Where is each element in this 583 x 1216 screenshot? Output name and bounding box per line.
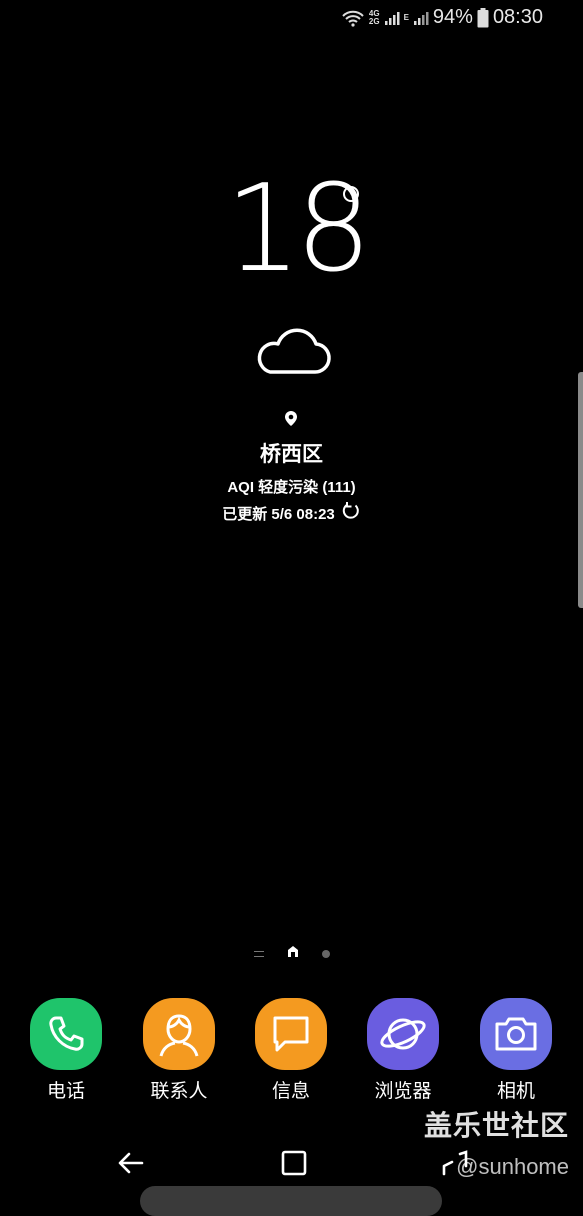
degree-symbol bbox=[343, 186, 359, 202]
dock-label: 浏览器 bbox=[374, 1081, 432, 1102]
edge-panel-handle[interactable] bbox=[578, 372, 583, 608]
battery-percent: 94% bbox=[432, 6, 473, 28]
home-square-icon bbox=[281, 1150, 307, 1176]
battery-icon bbox=[477, 7, 489, 28]
dock-app-phone[interactable]: 电话 bbox=[16, 998, 116, 1103]
page-indicator bbox=[0, 944, 583, 963]
temperature-block: 18 bbox=[0, 170, 583, 290]
dock-label: 电话 bbox=[46, 1081, 85, 1102]
clock: 08:30 bbox=[492, 6, 543, 28]
network-type-label: 4G 2G bbox=[368, 8, 380, 26]
menu-page-icon[interactable] bbox=[253, 950, 264, 957]
signal-icon bbox=[384, 10, 400, 26]
phone-icon[interactable] bbox=[30, 998, 102, 1070]
gesture-pill[interactable] bbox=[140, 1186, 442, 1216]
updated-row: 已更新 5/6 08:23 bbox=[0, 501, 583, 525]
dock-app-messages[interactable]: 信息 bbox=[241, 998, 341, 1103]
back-arrow-icon bbox=[118, 1152, 144, 1174]
wifi-icon bbox=[341, 9, 365, 27]
cloud-icon bbox=[252, 322, 332, 383]
network-type-label-2: E bbox=[403, 12, 409, 22]
navigation-bar bbox=[0, 1140, 583, 1190]
home-button[interactable] bbox=[279, 1148, 309, 1183]
dock-app-browser[interactable]: 浏览器 bbox=[353, 998, 453, 1103]
message-icon[interactable] bbox=[255, 998, 327, 1070]
home-page-icon[interactable] bbox=[286, 944, 300, 963]
dock-app-contacts[interactable]: 联系人 bbox=[129, 998, 229, 1103]
refresh-icon[interactable] bbox=[341, 501, 361, 525]
aqi-label: AQI 轻度污染 (111) bbox=[227, 479, 356, 496]
recents-icon bbox=[442, 1150, 468, 1176]
location-label: 桥西区 bbox=[260, 443, 323, 466]
dock-label: 信息 bbox=[271, 1081, 310, 1102]
camera-icon[interactable] bbox=[480, 998, 552, 1070]
dock-label: 相机 bbox=[496, 1081, 535, 1102]
dock-label: 联系人 bbox=[150, 1081, 208, 1102]
signal-icon-2 bbox=[413, 10, 429, 26]
updated-label: 已更新 5/6 08:23 bbox=[222, 505, 335, 523]
status-icons: 4G 2G E 94% 08:30 bbox=[341, 6, 543, 29]
back-button[interactable] bbox=[116, 1148, 146, 1183]
dock-app-camera[interactable]: 相机 bbox=[466, 998, 566, 1103]
recents-button[interactable] bbox=[440, 1148, 470, 1183]
contacts-icon[interactable] bbox=[143, 998, 215, 1070]
watermark-title: 盖乐世社区 bbox=[423, 1110, 569, 1141]
page-dot[interactable] bbox=[321, 949, 330, 958]
browser-icon[interactable] bbox=[367, 998, 439, 1070]
status-bar: 4G 2G E 94% 08:30 bbox=[0, 0, 583, 40]
location-pin-icon bbox=[283, 410, 299, 433]
